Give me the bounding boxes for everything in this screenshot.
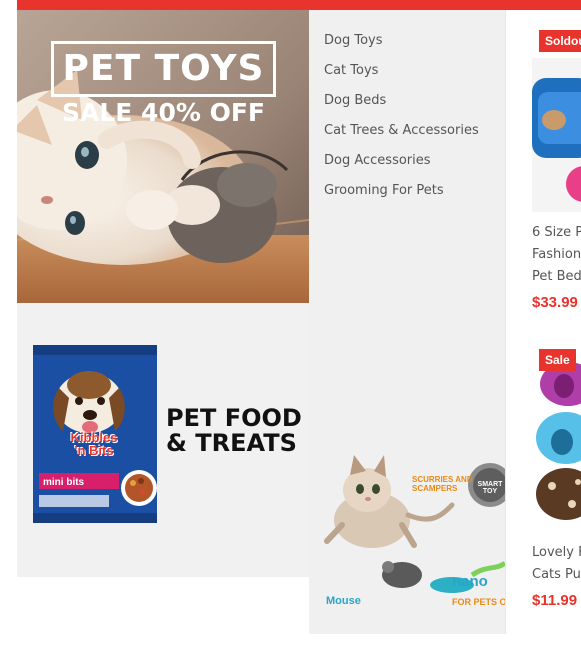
menu-item-cat-toys[interactable]: Cat Toys [324, 62, 479, 92]
menu-item-dog-beds[interactable]: Dog Beds [324, 92, 479, 122]
smart-toy-badge: SMART TOY [477, 481, 503, 495]
pet-toys-title: PET TOYS [62, 48, 265, 89]
pet-toys-subtitle: SALE 40% OFF [61, 98, 265, 127]
menu-item-cat-trees[interactable]: Cat Trees & Accessories [324, 122, 479, 152]
promo-tagline-a-line2: SCAMPERS [412, 484, 458, 493]
top-accent-bar [17, 0, 581, 10]
category-menu: Dog Toys Cat Toys Dog Beds Cat Trees & A… [309, 10, 512, 634]
product-image-pet-bed[interactable] [532, 58, 581, 212]
promo-for-pets-text: FOR PETS OF [452, 597, 513, 607]
promo-tagline-a: SCURRIES AND SCAMPERS [412, 475, 473, 493]
pet-toys-banner[interactable]: PET TOYS SALE 40% OFF [17, 10, 309, 303]
category-list: Dog Toys Cat Toys Dog Beds Cat Trees & A… [324, 32, 479, 212]
product-price: $33.99 [532, 294, 578, 311]
product-name-line[interactable]: Cats Pu [532, 564, 581, 586]
pet-food-banner[interactable]: Kibbles 'n Bits mini bits PET FOOD & TRE… [17, 303, 309, 577]
cat-house-photo [532, 356, 581, 534]
kibbles-brand-line2: 'n Bits [74, 443, 114, 458]
cat-toy-promo[interactable]: SCURRIES AND SCAMPERS SMART TOY Mouse na… [322, 445, 512, 615]
product-name-line[interactable]: Lovely F [532, 542, 581, 564]
kibbles-variant-text: mini bits [43, 477, 85, 488]
product-price: $11.99 [532, 592, 578, 609]
product-name-line[interactable]: Pet Bed [532, 266, 581, 288]
pet-food-title: PET FOOD & TREATS [166, 406, 306, 456]
menu-item-dog-toys[interactable]: Dog Toys [324, 32, 479, 62]
product-name-line[interactable]: 6 Size P [532, 222, 581, 244]
pet-food-title-line1: PET FOOD [166, 404, 302, 432]
product-image-cat-house[interactable] [532, 356, 581, 534]
promo-nano-logo: nano [452, 573, 488, 590]
menu-item-grooming[interactable]: Grooming For Pets [324, 182, 479, 212]
sale-badge: Sale [539, 349, 576, 371]
soldout-badge: Soldout [539, 30, 581, 52]
menu-item-dog-accessories[interactable]: Dog Accessories [324, 152, 479, 182]
promo-mouse-logo: Mouse [326, 595, 361, 607]
pet-bed-photo [532, 58, 581, 212]
product-name-line[interactable]: Fashion [532, 244, 581, 266]
promo-tagline-a-line1: SCURRIES AND [412, 475, 473, 484]
pet-food-title-line2: & TREATS [166, 429, 297, 457]
products-column: Soldout 6 Size P Fashion Pet Bed $33.99 … [505, 10, 581, 634]
kibbles-brand-text: Kibbles 'n Bits [69, 431, 119, 457]
